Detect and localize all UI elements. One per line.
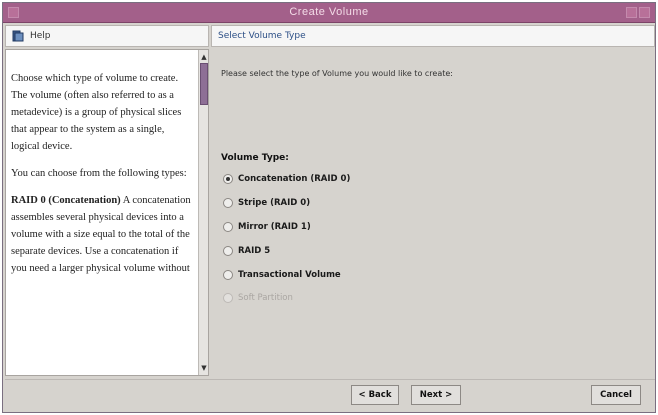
help-paragraph-2: You can choose from the following types: <box>11 168 187 179</box>
radio-stripe[interactable] <box>223 198 233 208</box>
option-label: RAID 5 <box>238 246 271 256</box>
instruction-text: Please select the type of Volume you wou… <box>221 69 453 78</box>
scroll-thumb[interactable] <box>200 63 208 105</box>
help-text: Choose which type of volume to create. T… <box>11 70 193 287</box>
radio-mirror[interactable] <box>223 222 233 232</box>
radio-transactional[interactable] <box>223 270 233 280</box>
option-label: Transactional Volume <box>238 270 341 280</box>
help-pane[interactable]: Choose which type of volume to create. T… <box>5 49 209 376</box>
option-label: Mirror (RAID 1) <box>238 222 311 232</box>
help-header: Help <box>5 25 209 47</box>
option-label: Soft Partition <box>238 293 293 303</box>
raid0-text: A concatenation assembles several physic… <box>11 195 191 274</box>
step-title: Select Volume Type <box>218 31 306 41</box>
next-button[interactable]: Next > <box>411 385 461 405</box>
help-scrollbar[interactable]: ▲ ▼ <box>198 50 208 375</box>
option-label: Concatenation (RAID 0) <box>238 174 351 184</box>
help-book-icon <box>12 30 24 42</box>
cancel-button[interactable]: Cancel <box>591 385 641 405</box>
volume-type-label: Volume Type: <box>221 153 289 163</box>
minimize-button[interactable] <box>626 7 637 18</box>
main-pane: Please select the type of Volume you wou… <box>211 49 655 376</box>
radio-soft-partition <box>223 293 233 303</box>
help-label: Help <box>30 31 51 41</box>
step-header: Select Volume Type <box>211 25 655 47</box>
create-volume-window: Create Volume Help Select Volume Type Ch… <box>2 2 656 413</box>
radio-raid5[interactable] <box>223 246 233 256</box>
help-paragraph-raid0: RAID 0 (Concatenation) A concatenation a… <box>11 192 193 277</box>
window-title: Create Volume <box>289 6 369 18</box>
title-bar[interactable]: Create Volume <box>3 3 655 23</box>
scroll-down-arrow-icon[interactable]: ▼ <box>199 363 208 373</box>
radio-concatenation[interactable] <box>223 174 233 184</box>
option-label: Stripe (RAID 0) <box>238 198 311 208</box>
raid0-heading: RAID 0 (Concatenation) <box>11 195 121 206</box>
help-paragraph-1: Choose which type of volume to create. T… <box>11 73 182 152</box>
scroll-up-arrow-icon[interactable]: ▲ <box>199 52 208 62</box>
button-bar: < Back Next > Cancel <box>5 379 655 411</box>
maximize-button[interactable] <box>639 7 650 18</box>
back-button[interactable]: < Back <box>351 385 399 405</box>
